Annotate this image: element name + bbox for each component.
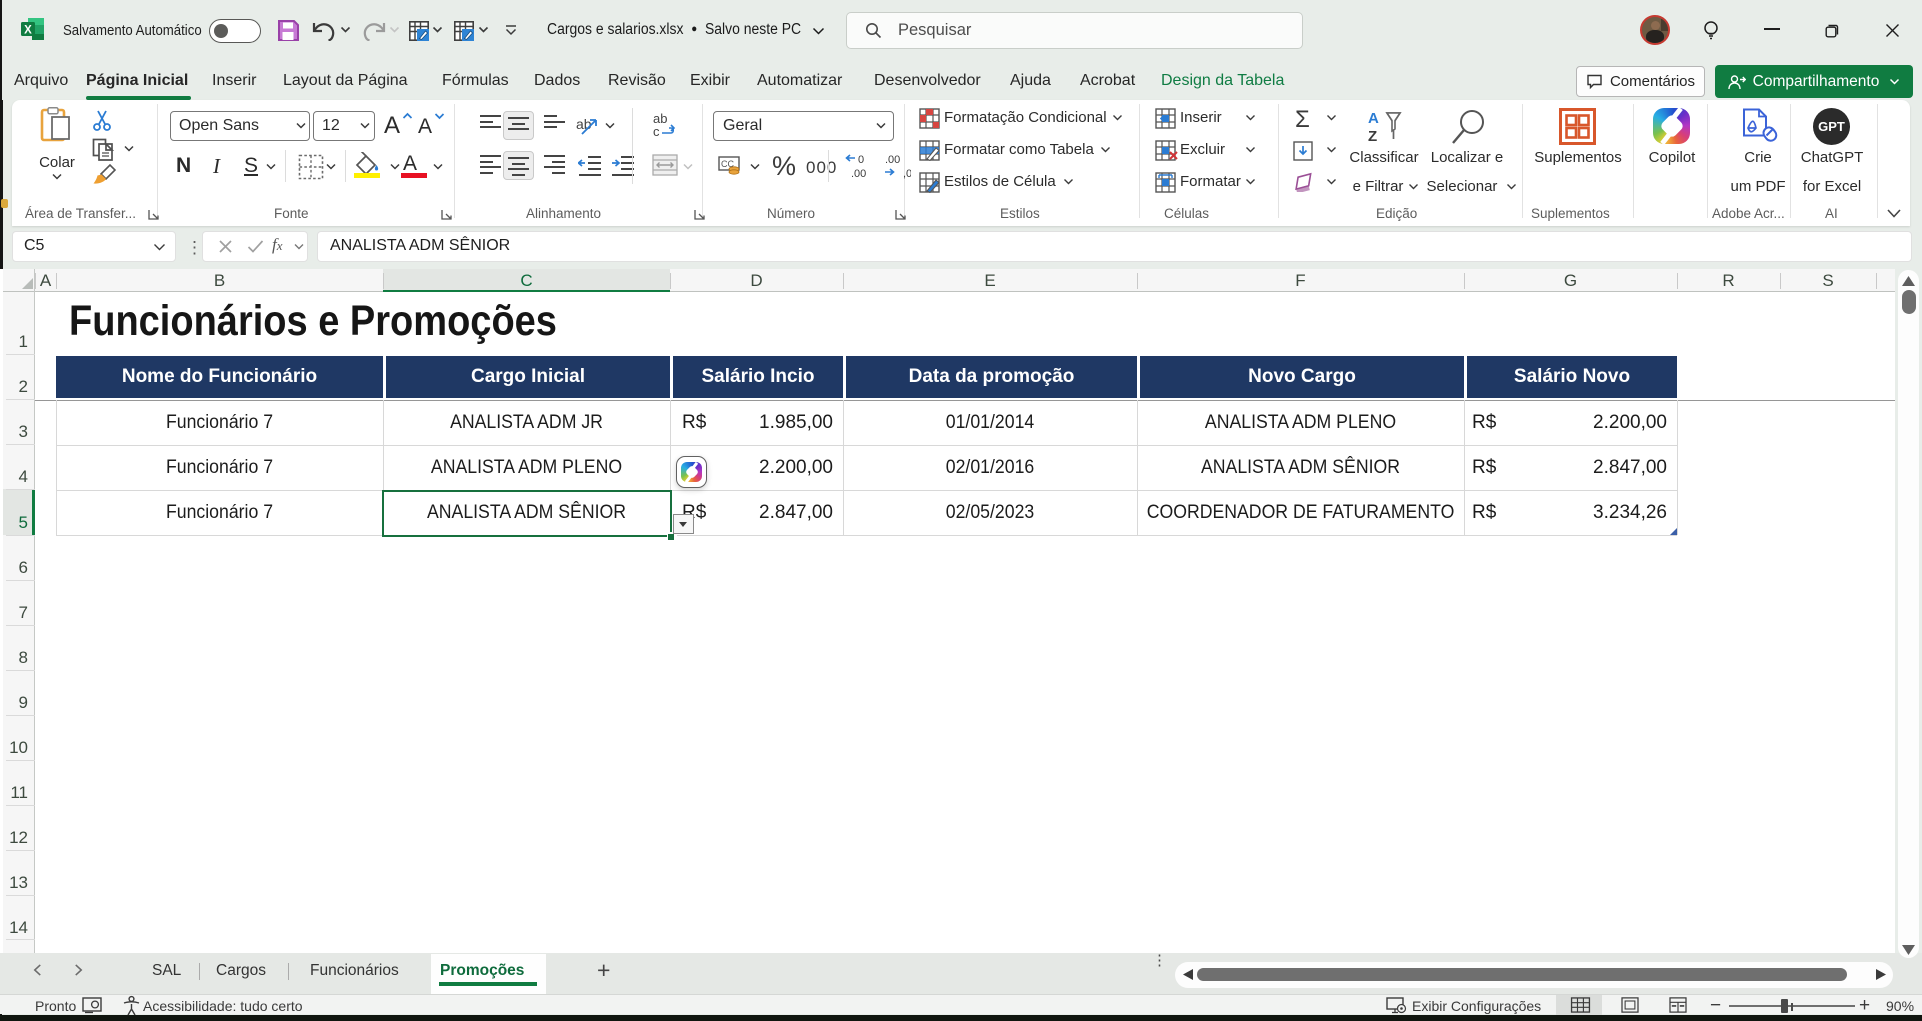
svg-text:,0: ,0 <box>903 168 911 179</box>
svg-text:.00: .00 <box>851 168 866 179</box>
svg-text:c: c <box>653 124 660 139</box>
svg-text:ab: ab <box>576 116 592 132</box>
svg-text:X: X <box>24 25 32 37</box>
svg-text:Z: Z <box>1368 128 1377 143</box>
svg-text:A: A <box>1368 110 1379 127</box>
svg-text:0: 0 <box>858 154 864 166</box>
svg-text:.00: .00 <box>885 154 900 166</box>
